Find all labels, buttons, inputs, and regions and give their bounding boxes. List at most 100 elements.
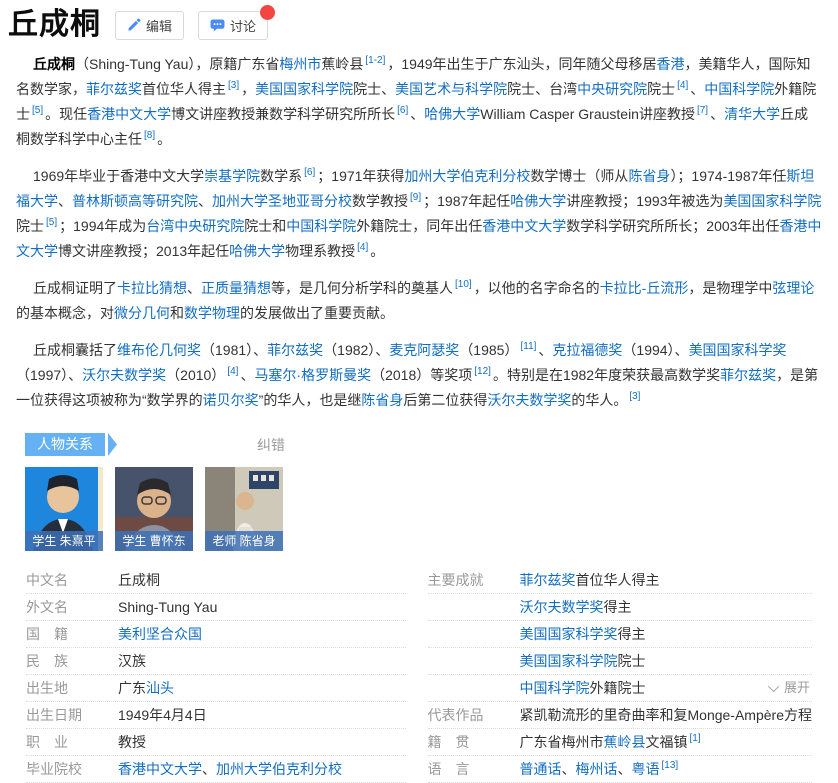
entry-link[interactable]: 美利坚合众国 xyxy=(118,626,202,642)
entry-link[interactable]: 崇基学院 xyxy=(204,168,260,184)
entry-link[interactable]: 菲尔兹奖 xyxy=(520,572,576,588)
entry-link[interactable]: 沃尔夫数学奖 xyxy=(520,599,604,615)
reference-sup[interactable]: [8] xyxy=(144,130,155,141)
entry-link[interactable]: 沃尔夫数学奖 xyxy=(82,367,166,383)
entry-link[interactable]: 卡拉比-丘流形 xyxy=(600,280,689,296)
text-run: 的基本概念，对 xyxy=(16,305,114,321)
entry-link[interactable]: 梅州市 xyxy=(279,56,321,72)
reference-sup[interactable]: [11] xyxy=(520,341,536,352)
info-value: 美国国家科学院院士 xyxy=(520,648,813,674)
text-run: 得主 xyxy=(617,626,646,642)
entry-link[interactable]: 菲尔兹奖 xyxy=(267,342,323,358)
entry-link[interactable]: 卡拉比猜想 xyxy=(117,280,187,296)
entry-link[interactable]: 数学物理 xyxy=(184,305,240,321)
reference-sup[interactable]: [10] xyxy=(455,279,472,290)
discuss-button[interactable]: 讨论 xyxy=(198,10,269,40)
entry-link[interactable]: 沃尔夫数学奖 xyxy=(487,392,571,408)
info-value: 汉族 xyxy=(118,648,406,674)
text-run: 、 xyxy=(710,106,725,122)
entry-link[interactable]: 香港 xyxy=(657,56,685,72)
reference-sup[interactable]: [5] xyxy=(32,105,43,116)
entry-link[interactable]: 维布伦几何奖 xyxy=(117,342,201,358)
expand-toggle[interactable]: 展开 xyxy=(767,675,812,701)
entry-link[interactable]: 中国科学院 xyxy=(286,218,356,234)
edit-button[interactable]: 编辑 xyxy=(115,10,185,40)
entry-link[interactable]: 中央研究院 xyxy=(577,81,647,97)
entry-link[interactable]: 哈佛大学 xyxy=(510,193,566,209)
entry-link[interactable]: 加州大学圣地亚哥分校 xyxy=(212,193,352,209)
relation-card-caohuaidong[interactable]: 学生 曹怀东 xyxy=(115,467,193,551)
info-value: 广东省梅州市蕉岭县文福镇 [1] xyxy=(520,729,813,755)
info-row-native-place: 籍 贯 广东省梅州市蕉岭县文福镇 [1] xyxy=(427,729,813,756)
relation-card-chenxingshen[interactable]: 老师 陈省身 xyxy=(205,467,283,551)
entry-link[interactable]: 香港中文大学 xyxy=(87,106,171,122)
reference-sup[interactable]: [6] xyxy=(397,105,408,116)
reference-sup[interactable]: [12] xyxy=(474,366,491,377)
entry-link[interactable]: 哈佛大学 xyxy=(229,243,285,259)
entry-link[interactable]: 美国国家科学院 xyxy=(723,193,821,209)
text-run: 1949年4月4日 xyxy=(118,707,207,723)
entry-link[interactable]: 香港中文大学 xyxy=(482,218,566,234)
correction-link[interactable]: 纠错 xyxy=(257,435,285,455)
reference-sup[interactable]: [9] xyxy=(410,192,421,203)
reference-sup[interactable]: [1-2] xyxy=(365,55,385,66)
entry-link[interactable]: 诺贝尔奖 xyxy=(203,392,259,408)
text-run: 紧凯勒流形的里奇曲率和复Monge-Ampère方程 xyxy=(519,707,813,723)
text-run: 数学系 xyxy=(260,168,303,184)
entry-link[interactable]: 陈省身 xyxy=(361,392,403,408)
info-row-achievements-5: 中国科学院外籍院士 展开 xyxy=(427,675,812,702)
entry-link[interactable]: 弦理论 xyxy=(772,280,814,296)
reference-sup[interactable]: [4] xyxy=(677,80,688,91)
text-run: 、 xyxy=(617,761,632,777)
text-run: 和 xyxy=(170,305,184,321)
entry-link[interactable]: 美国国家科学奖 xyxy=(520,626,618,642)
reference-sup[interactable]: [1] xyxy=(690,733,701,744)
entry-link[interactable]: 粤语 xyxy=(632,761,660,777)
entry-link[interactable]: 美国国家科学院 xyxy=(255,81,353,97)
entry-link[interactable]: 台湾中央研究院 xyxy=(146,218,244,234)
reference-sup[interactable]: [6] xyxy=(304,167,315,178)
entry-link[interactable]: 克拉福德奖 xyxy=(552,342,622,358)
info-value: 教授 xyxy=(118,729,406,755)
entry-link[interactable]: 加州大学伯克利分校 xyxy=(216,761,342,777)
reference-sup[interactable]: [7] xyxy=(697,105,708,116)
text-run: 等，是几何分析学科的奠基人 xyxy=(271,280,453,296)
info-row-nationality: 国 籍 美利坚合众国 xyxy=(26,621,406,648)
relation-label: 学生 曹怀东 xyxy=(115,531,193,551)
entry-link[interactable]: 微分几何 xyxy=(114,305,170,321)
entry-link[interactable]: 菲尔兹奖 xyxy=(720,367,776,383)
entry-link[interactable]: 香港中文大学 xyxy=(118,761,202,777)
reference-sup[interactable]: [3] xyxy=(629,391,640,402)
info-value: 广东汕头 xyxy=(118,675,406,701)
text-run: 外籍院士 xyxy=(589,680,646,696)
entry-link[interactable]: 普林斯顿高等研究院 xyxy=(72,193,198,209)
entry-link[interactable]: 美国艺术与科学院 xyxy=(395,81,507,97)
entry-link[interactable]: 菲尔兹奖 xyxy=(86,81,142,97)
page-title: 丘成桐 xyxy=(8,8,101,41)
entry-link[interactable]: 蕉岭县 xyxy=(604,734,646,750)
entry-link[interactable]: 中国科学院 xyxy=(704,81,774,97)
reference-sup[interactable]: [4] xyxy=(227,366,238,377)
entry-link[interactable]: 加州大学伯克利分校 xyxy=(404,168,530,184)
entry-link[interactable]: 马塞尔·格罗斯曼奖 xyxy=(254,367,371,383)
info-label: 外文名 xyxy=(26,599,68,615)
relation-card-zhuxiping[interactable]: 学生 朱熹平 xyxy=(25,467,103,551)
entry-link[interactable]: 陈省身 xyxy=(628,168,670,184)
entry-link[interactable]: 美国国家科学院 xyxy=(520,653,618,669)
reference-sup[interactable]: [4] xyxy=(357,242,368,253)
entry-link[interactable]: 美国国家科学奖 xyxy=(689,342,787,358)
entry-link[interactable]: 正质量猜想 xyxy=(201,280,271,296)
entry-link[interactable]: 清华大学 xyxy=(724,106,780,122)
entry-link[interactable]: 哈佛大学 xyxy=(424,106,480,122)
reference-sup[interactable]: [5] xyxy=(46,217,57,228)
entry-link[interactable]: 普通话 xyxy=(520,761,562,777)
entry-link[interactable]: 梅州话 xyxy=(576,761,618,777)
text-run: 院士、 xyxy=(353,81,396,97)
info-value: 普通话、梅州话、粤语 [13] xyxy=(520,756,813,782)
reference-sup[interactable]: [3] xyxy=(228,80,239,91)
entry-link[interactable]: 麦克阿瑟奖 xyxy=(389,342,459,358)
info-label: 出生日期 xyxy=(26,707,82,723)
relation-label: 老师 陈省身 xyxy=(205,531,283,551)
entry-link[interactable]: 汕头 xyxy=(146,680,174,696)
entry-link[interactable]: 中国科学院 xyxy=(520,680,590,696)
